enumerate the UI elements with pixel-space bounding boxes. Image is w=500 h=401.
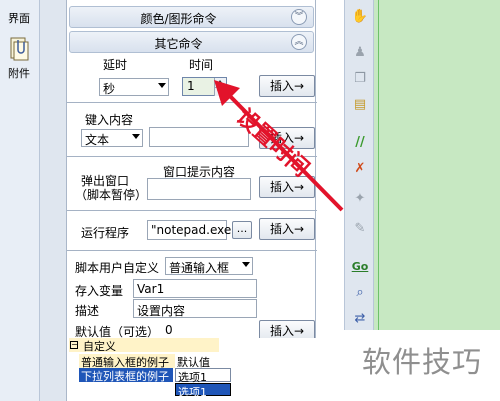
annotation-arrow-icon: [214, 80, 344, 212]
app-window: 界面 附件 颜色/图形命令 ︾ 其它命令 ︽ 延时 时间 秒 1 插入→ 键入内…: [0, 0, 500, 401]
